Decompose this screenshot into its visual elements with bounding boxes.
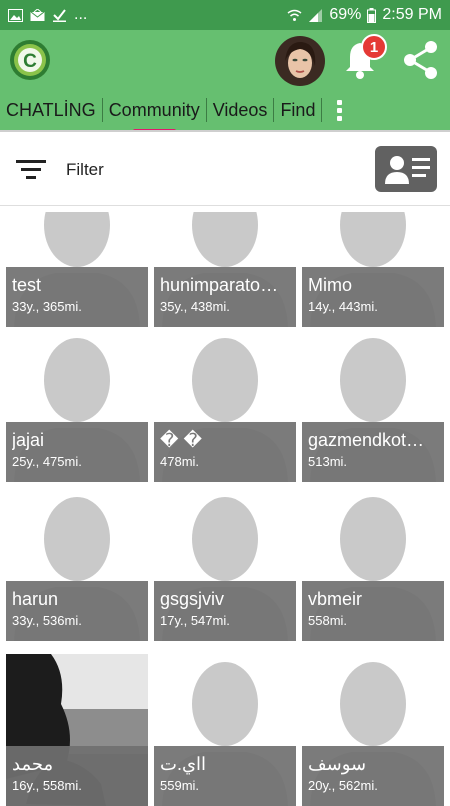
profile-name: gazmendkot… (308, 430, 425, 450)
profile-name: hunimparato… (160, 275, 279, 295)
profile-caption: � � 478mi. (154, 422, 296, 482)
profile-card[interactable]: harun 33y., 536mi. (6, 489, 148, 641)
profile-card[interactable]: gazmendkot… 513mi. (302, 330, 444, 482)
tab-chatling[interactable]: CHATLİNG (0, 99, 102, 121)
tab-videos[interactable]: Videos (207, 99, 274, 121)
profile-age-distance: 33y., 536mi. (12, 613, 82, 628)
profile-card[interactable]: Mimo 14y., 443mi. (302, 212, 444, 327)
profile-card[interactable]: سوسف 20y., 562mi. (302, 654, 444, 806)
avatar-photo (275, 36, 325, 86)
profile-card[interactable]: ااي.ت 559mi. (154, 654, 296, 806)
profile-card[interactable]: � � 478mi. (154, 330, 296, 482)
notification-badge: 1 (361, 34, 387, 60)
profile-name: test (12, 275, 42, 295)
tab-find[interactable]: Find (274, 99, 321, 121)
profile-name: jajai (12, 430, 45, 450)
profile-caption: gazmendkot… 513mi. (302, 422, 444, 482)
contact-card-button[interactable] (375, 146, 437, 192)
profile-name: Mimo (308, 275, 352, 295)
profile-caption: harun 33y., 536mi. (6, 581, 148, 641)
user-avatar[interactable] (275, 36, 325, 86)
contact-card-icon (385, 156, 430, 184)
signal-icon (309, 8, 323, 22)
profile-caption: vbmeir 558mi. (302, 581, 444, 641)
profile-card[interactable]: محمد 16y., 558mi. (6, 654, 148, 806)
profile-caption: test 33y., 365mi. (6, 267, 148, 327)
profile-age-distance: 17y., 547mi. (160, 613, 230, 628)
profile-age-distance: 20y., 562mi. (308, 778, 378, 793)
profile-card[interactable]: gsgsjviv 17y., 547mi. (154, 489, 296, 641)
profile-caption: gsgsjviv 17y., 547mi. (154, 581, 296, 641)
profile-caption: ااي.ت 559mi. (154, 746, 296, 806)
status-bar: ... 69% 2:59 PM (0, 0, 450, 30)
profile-name: ااي.ت (160, 754, 207, 774)
tab-bar: CHATLİNG Community Videos Find (0, 90, 450, 134)
gallery-icon (8, 8, 23, 22)
profile-age-distance: 558mi. (308, 613, 348, 628)
more-options-icon[interactable] (322, 99, 356, 121)
profile-card[interactable]: hunimparato… 35y., 438mi. (154, 212, 296, 327)
profile-age-distance: 478mi. (160, 454, 200, 469)
status-time: 2:59 PM (382, 6, 442, 23)
filter-icon[interactable] (16, 159, 46, 181)
profile-name: harun (12, 589, 59, 609)
profile-name: � � (160, 430, 202, 450)
profile-caption: jajai 25y., 475mi. (6, 422, 148, 482)
wifi-icon (287, 9, 302, 21)
profile-card[interactable]: jajai 25y., 475mi. (6, 330, 148, 482)
profile-age-distance: 559mi. (160, 778, 200, 793)
tab-community[interactable]: Community (103, 99, 206, 134)
share-icon[interactable] (398, 38, 442, 82)
battery-icon (367, 7, 377, 23)
profile-card[interactable]: vbmeir 558mi. (302, 489, 444, 641)
profile-caption: سوسف 20y., 562mi. (302, 746, 444, 806)
filter-label[interactable]: Filter (66, 160, 104, 180)
app-logo-icon[interactable]: C (9, 39, 51, 81)
mail-icon (30, 8, 45, 21)
filter-bar: Filter (0, 130, 450, 206)
profile-caption: Mimo 14y., 443mi. (302, 267, 444, 327)
profile-name: gsgsjviv (160, 589, 225, 609)
profile-age-distance: 513mi. (308, 454, 348, 469)
profile-age-distance: 25y., 475mi. (12, 454, 82, 469)
profile-caption: محمد 16y., 558mi. (6, 746, 148, 806)
battery-percent: 69% (329, 6, 362, 23)
app-bar: C 1 CHATLİNG Community Videos Find (0, 30, 450, 134)
profile-age-distance: 33y., 365mi. (12, 299, 82, 314)
svg-text:C: C (23, 51, 37, 72)
profile-caption: hunimparato… 35y., 438mi. (154, 267, 296, 327)
download-done-icon (53, 8, 66, 22)
profile-age-distance: 35y., 438mi. (160, 299, 230, 314)
status-overflow-dots: ... (74, 6, 88, 23)
profile-age-distance: 16y., 558mi. (12, 778, 82, 793)
profile-name: سوسف (308, 754, 367, 774)
profile-name: محمد (12, 754, 54, 774)
profile-name: vbmeir (308, 589, 363, 609)
profile-age-distance: 14y., 443mi. (308, 299, 378, 314)
profile-card[interactable]: test 33y., 365mi. (6, 212, 148, 327)
